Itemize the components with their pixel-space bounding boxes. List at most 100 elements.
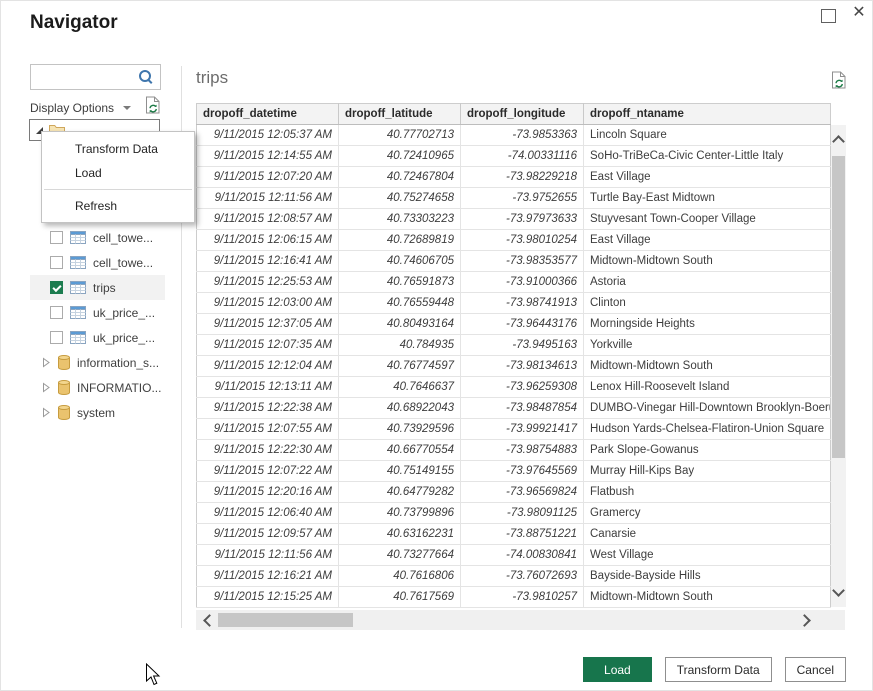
cancel-button[interactable]: Cancel (785, 657, 846, 682)
cell-dropoff_datetime: 9/11/2015 12:25:53 AM (197, 272, 339, 293)
cell-dropoff_longitude: -73.91000366 (461, 272, 584, 293)
cell-dropoff_longitude: -73.98353577 (461, 251, 584, 272)
menu-item-transform-data[interactable]: Transform Data (42, 137, 194, 161)
search-icon[interactable] (139, 70, 151, 82)
cell-dropoff_ntaname: Morningside Heights (584, 314, 831, 335)
cell-dropoff_ntaname: Midtown-Midtown South (584, 587, 831, 608)
cell-dropoff_latitude: 40.784935 (339, 335, 461, 356)
search-input[interactable] (31, 65, 148, 89)
cell-dropoff_latitude: 40.77702713 (339, 125, 461, 146)
checkbox[interactable] (50, 231, 63, 244)
table-row: 9/11/2015 12:07:55 AM40.73929596-73.9992… (197, 419, 831, 440)
menu-separator (44, 189, 192, 190)
tree-item-information-s[interactable]: information_s... (30, 350, 165, 375)
cell-dropoff_longitude: -73.98754883 (461, 440, 584, 461)
scroll-down-icon[interactable] (832, 584, 845, 597)
table-row: 9/11/2015 12:15:25 AM40.7617569-73.98102… (197, 587, 831, 608)
checkbox[interactable] (50, 306, 63, 319)
mouse-cursor (145, 663, 162, 686)
table-row: 9/11/2015 12:03:00 AM40.76559448-73.9874… (197, 293, 831, 314)
cell-dropoff_ntaname: Stuyvesant Town-Cooper Village (584, 209, 831, 230)
table-row: 9/11/2015 12:25:53 AM40.76591873-73.9100… (197, 272, 831, 293)
menu-item-load[interactable]: Load (42, 161, 194, 185)
tree-item-label: system (77, 406, 115, 420)
cell-dropoff_datetime: 9/11/2015 12:22:30 AM (197, 440, 339, 461)
tree-item-cell-towe[interactable]: cell_towe... (30, 250, 165, 275)
cell-dropoff_ntaname: Canarsie (584, 524, 831, 545)
checkbox[interactable] (50, 331, 63, 344)
cell-dropoff_datetime: 9/11/2015 12:06:15 AM (197, 230, 339, 251)
tree-item-cell-towe[interactable]: cell_towe... (30, 225, 165, 250)
cell-dropoff_longitude: -74.00830841 (461, 545, 584, 566)
checkbox[interactable] (50, 281, 63, 294)
scroll-left-icon[interactable] (203, 614, 216, 627)
load-button[interactable]: Load (583, 657, 652, 682)
database-icon (58, 355, 70, 370)
tree-item-uk-price[interactable]: uk_price_... (30, 325, 165, 350)
cell-dropoff_longitude: -73.98134613 (461, 356, 584, 377)
cell-dropoff_ntaname: Gramercy (584, 503, 831, 524)
column-header-dropoff_longitude[interactable]: dropoff_longitude (461, 104, 584, 125)
cell-dropoff_latitude: 40.75149155 (339, 461, 461, 482)
table-row: 9/11/2015 12:22:38 AM40.68922043-73.9848… (197, 398, 831, 419)
tree-item-trips[interactable]: trips (30, 275, 165, 300)
chevron-down-icon (123, 106, 131, 110)
cell-dropoff_latitude: 40.73929596 (339, 419, 461, 440)
menu-item-refresh[interactable]: Refresh (42, 194, 194, 218)
cell-dropoff_ntaname: Hudson Yards-Chelsea-Flatiron-Union Squa… (584, 419, 831, 440)
cell-dropoff_datetime: 9/11/2015 12:11:56 AM (197, 188, 339, 209)
column-header-dropoff_datetime[interactable]: dropoff_datetime (197, 104, 339, 125)
cell-dropoff_latitude: 40.7617569 (339, 587, 461, 608)
tree-item-label: cell_towe... (93, 231, 153, 245)
cell-dropoff_latitude: 40.68922043 (339, 398, 461, 419)
cell-dropoff_datetime: 9/11/2015 12:09:57 AM (197, 524, 339, 545)
tree-item-label: cell_towe... (93, 256, 153, 270)
table-header-row: dropoff_datetimedropoff_latitudedropoff_… (197, 104, 831, 125)
display-options-dropdown[interactable]: Display Options (30, 100, 131, 116)
tree-item-system[interactable]: system (30, 400, 165, 425)
column-header-dropoff_ntaname[interactable]: dropoff_ntaname (584, 104, 831, 125)
expand-chevron-icon[interactable] (41, 407, 51, 418)
dialog-title: Navigator (30, 12, 118, 34)
cell-dropoff_longitude: -73.96443176 (461, 314, 584, 335)
cell-dropoff_longitude: -73.97645569 (461, 461, 584, 482)
cell-dropoff_latitude: 40.66770554 (339, 440, 461, 461)
dialog-footer: Load Transform Data Cancel (583, 657, 846, 682)
cell-dropoff_datetime: 9/11/2015 12:07:55 AM (197, 419, 339, 440)
maximize-icon[interactable] (821, 9, 836, 23)
cell-dropoff_longitude: -73.98229218 (461, 167, 584, 188)
table-row: 9/11/2015 12:07:22 AM40.75149155-73.9764… (197, 461, 831, 482)
cell-dropoff_ntaname: Murray Hill-Kips Bay (584, 461, 831, 482)
cell-dropoff_datetime: 9/11/2015 12:07:22 AM (197, 461, 339, 482)
checkbox[interactable] (50, 256, 63, 269)
cell-dropoff_latitude: 40.64779282 (339, 482, 461, 503)
cell-dropoff_ntaname: Park Slope-Gowanus (584, 440, 831, 461)
table-row: 9/11/2015 12:16:21 AM40.7616806-73.76072… (197, 566, 831, 587)
horizontal-scrollbar-thumb[interactable] (218, 613, 353, 627)
horizontal-scrollbar[interactable] (196, 610, 845, 630)
vertical-scrollbar-thumb[interactable] (832, 156, 845, 458)
tree-item-informatio[interactable]: INFORMATIO... (30, 375, 165, 400)
table-row: 9/11/2015 12:08:57 AM40.73303223-73.9797… (197, 209, 831, 230)
scroll-up-icon[interactable] (832, 135, 845, 148)
refresh-list-icon[interactable] (145, 96, 161, 119)
cell-dropoff_longitude: -73.76072693 (461, 566, 584, 587)
table-row: 9/11/2015 12:14:55 AM40.72410965-74.0033… (197, 146, 831, 167)
tree-item-uk-price[interactable]: uk_price_... (30, 300, 165, 325)
column-header-dropoff_latitude[interactable]: dropoff_latitude (339, 104, 461, 125)
vertical-scrollbar[interactable] (831, 125, 846, 607)
cell-dropoff_longitude: -74.00331116 (461, 146, 584, 167)
expand-chevron-icon[interactable] (41, 357, 51, 368)
search-box[interactable] (30, 64, 161, 90)
scroll-right-icon[interactable] (798, 614, 811, 627)
refresh-preview-icon[interactable] (831, 71, 847, 94)
database-icon (58, 405, 70, 420)
cell-dropoff_ntaname: West Village (584, 545, 831, 566)
transform-data-button[interactable]: Transform Data (665, 657, 772, 682)
table-row: 9/11/2015 12:22:30 AM40.66770554-73.9875… (197, 440, 831, 461)
cell-dropoff_ntaname: Midtown-Midtown South (584, 356, 831, 377)
expand-chevron-icon[interactable] (41, 382, 51, 393)
close-icon[interactable]: ✕ (849, 3, 869, 23)
table-icon (70, 231, 86, 244)
cell-dropoff_datetime: 9/11/2015 12:13:11 AM (197, 377, 339, 398)
